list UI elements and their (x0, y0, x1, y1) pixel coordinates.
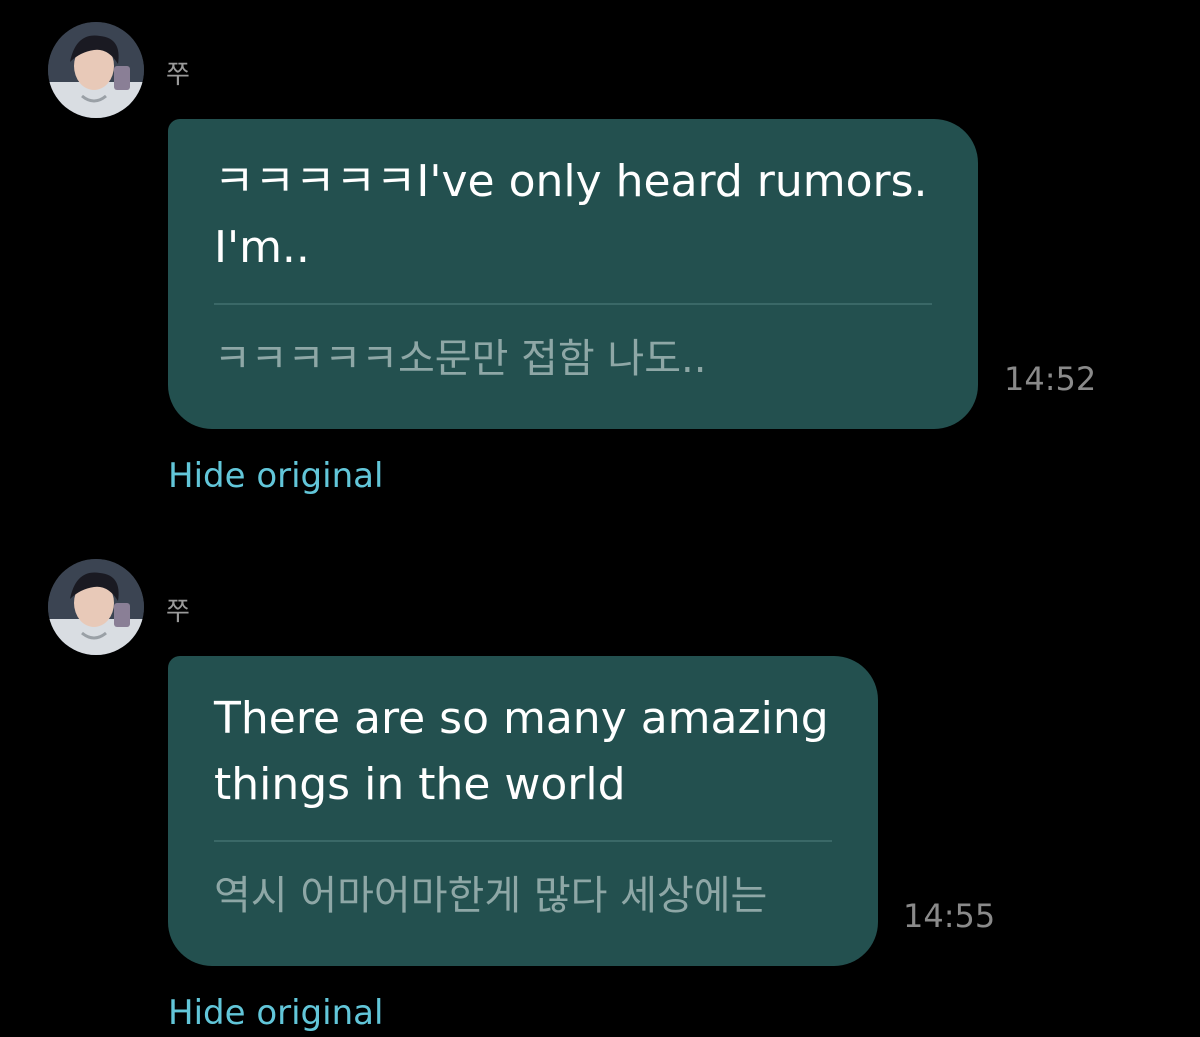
sender-name: 쭈 (166, 597, 190, 627)
translation-divider (214, 303, 932, 305)
message-group-2: 쭈 There are so many amazing things in th… (0, 537, 1200, 1037)
sender-name: 쭈 (166, 60, 190, 90)
hide-original-link[interactable]: Hide original (168, 993, 383, 1033)
avatar-photo-icon (48, 559, 144, 655)
translated-text: ㅋㅋㅋㅋㅋI've only heard rumors. I'm.. (214, 156, 942, 273)
message-group-1: 쭈 ㅋㅋㅋㅋㅋI've only heard rumors. I'm.. ㅋㅋㅋ… (0, 0, 1200, 520)
sender-avatar[interactable] (48, 22, 144, 118)
sender-avatar[interactable] (48, 559, 144, 655)
message-bubble[interactable]: ㅋㅋㅋㅋㅋI've only heard rumors. I'm.. ㅋㅋㅋㅋㅋ… (168, 119, 978, 429)
translated-text: There are so many amazing things in the … (214, 693, 843, 810)
message-timestamp: 14:52 (1004, 360, 1097, 398)
original-text: ㅋㅋㅋㅋㅋ소문만 접함 나도.. (214, 336, 707, 382)
original-text: 역시 어마어마한게 많다 세상에는 (214, 873, 768, 919)
avatar-photo-icon (48, 22, 144, 118)
message-bubble[interactable]: There are so many amazing things in the … (168, 656, 878, 966)
translation-divider (214, 840, 832, 842)
message-timestamp: 14:55 (903, 897, 996, 935)
hide-original-link[interactable]: Hide original (168, 456, 383, 496)
